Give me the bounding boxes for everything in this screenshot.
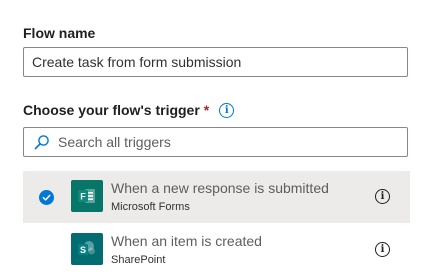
sharepoint-icon: S	[71, 233, 103, 265]
trigger-search-input[interactable]: Search all triggers	[23, 127, 408, 157]
trigger-label-row: Choose your flow's trigger * i	[23, 102, 235, 118]
required-marker: *	[203, 102, 210, 118]
microsoft-forms-icon: F	[71, 180, 103, 212]
svg-text:S: S	[80, 245, 86, 255]
trigger-item-sharepoint[interactable]: S When an item is created SharePoint i	[23, 224, 410, 276]
flow-name-value: Create task from form submission	[32, 54, 242, 70]
search-icon	[34, 135, 49, 150]
trigger-item-title: When an item is created	[111, 233, 262, 249]
trigger-label: Choose your flow's trigger	[23, 102, 200, 118]
search-placeholder: Search all triggers	[58, 134, 171, 150]
trigger-item-forms[interactable]: F When a new response is submitted Micro…	[23, 171, 410, 223]
info-icon[interactable]: i	[375, 242, 390, 257]
trigger-item-app: Microsoft Forms	[111, 201, 190, 213]
trigger-item-title: When a new response is submitted	[111, 180, 329, 196]
svg-text:F: F	[80, 192, 86, 202]
selected-check-icon	[39, 190, 54, 205]
trigger-item-app: SharePoint	[111, 254, 166, 266]
info-icon[interactable]: i	[219, 102, 235, 118]
flow-name-label: Flow name	[23, 25, 96, 41]
info-icon[interactable]: i	[375, 189, 390, 204]
flow-name-input[interactable]: Create task from form submission	[23, 47, 408, 77]
